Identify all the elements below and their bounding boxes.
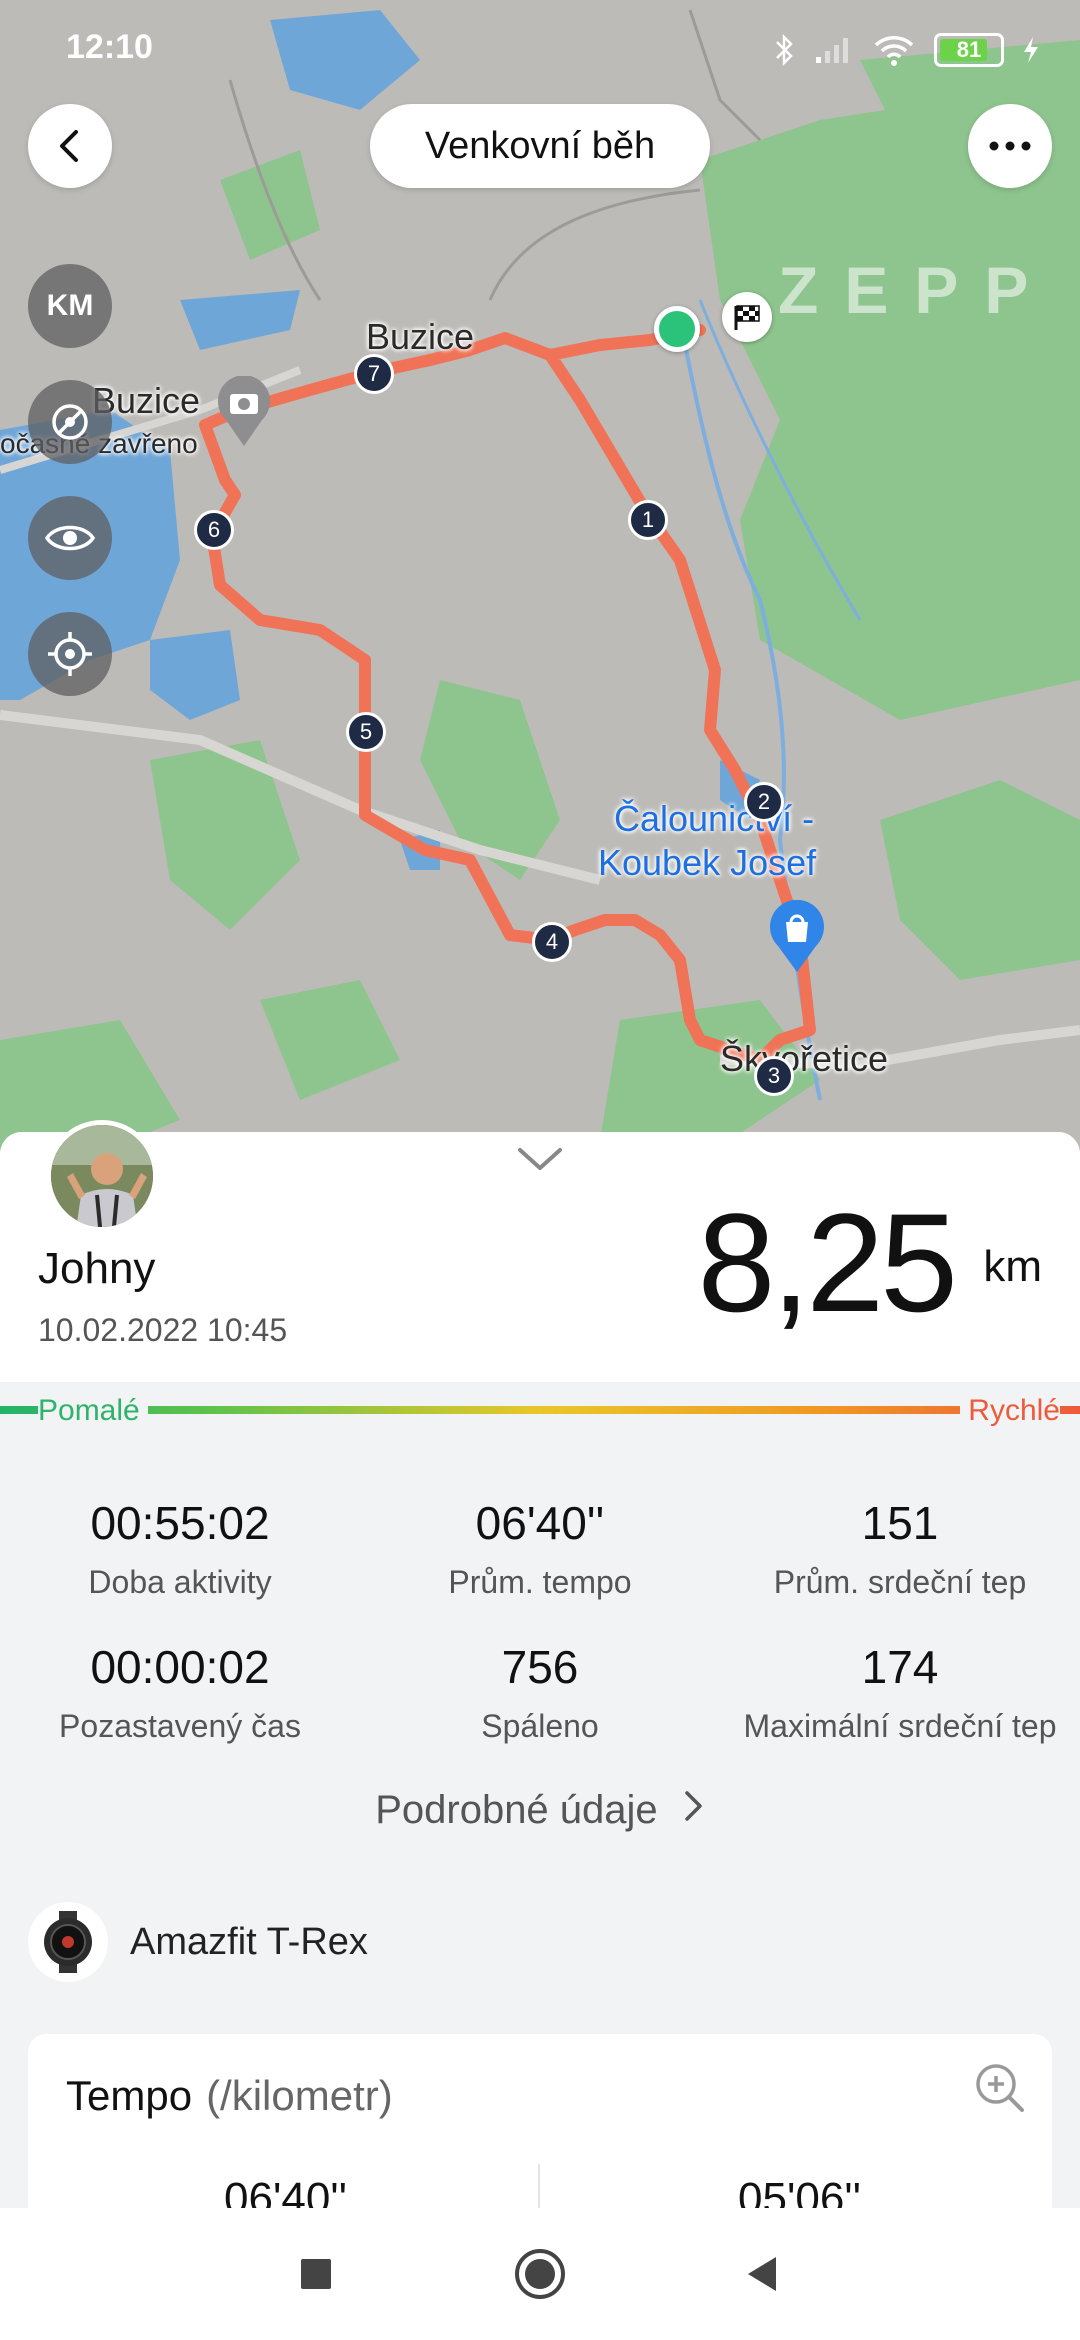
details-link[interactable]: Podrobné údaje [0,1788,1080,1833]
more-button[interactable] [968,104,1052,188]
system-nav-bar [0,2208,1080,2340]
home-button[interactable] [504,2238,576,2310]
stat-label: Prům. tempo [448,1564,632,1600]
tempo-unit: (/kilometr) [206,2072,393,2119]
wifi-icon [874,36,914,66]
stat-value: 06'40'' [475,1497,605,1549]
status-icons: 81 [774,28,1040,72]
charging-icon [1024,37,1038,63]
show-markers-button[interactable] [28,496,112,580]
recents-button[interactable] [280,2238,352,2310]
back-triangle-icon [748,2257,776,2291]
stat-value: 174 [861,1641,939,1693]
shop-pin-icon[interactable] [768,900,826,974]
stat-value: 151 [861,1497,939,1549]
tempo-divider [538,2164,540,2208]
locate-icon [48,632,92,676]
route-marker-7-label: 7 [367,361,381,386]
route-marker-4: 4 [532,922,572,962]
tempo-card: Tempo (/kilometr) 06'40'' 05'06'' [28,2034,1052,2208]
speed-slow-label: Pomalé [38,1394,148,1428]
stat-label: Prům. srdeční tep [773,1564,1027,1600]
activity-date: 10.02.2022 10:45 [38,1312,288,1348]
start-dot-icon [654,306,700,352]
stat-max-heart-rate: 174 Maximální srdeční tep [720,1640,1080,1745]
route-marker-4-label: 4 [545,929,559,954]
device-name: Amazfit T-Rex [130,1920,368,1963]
distance-value: 8,25 [697,1184,958,1341]
route-marker-2: 2 [744,782,784,822]
status-bar: 12:10 81 [0,0,1080,100]
route-marker-6-label: 6 [207,517,221,542]
stat-label: Pozastavený čas [59,1708,301,1744]
back-nav-button[interactable] [726,2238,798,2310]
map-label-business-line2: Koubek Josef [598,842,817,883]
zepp-watermark: ZEPP [778,253,1055,327]
user-name: Johny [38,1244,156,1293]
route-map[interactable]: Buzice Buzice očasně zavřeno Čalounictví… [0,0,1080,1160]
recents-square-icon [301,2259,331,2289]
stat-label: Spáleno [481,1708,599,1744]
device-row[interactable]: Amazfit T-Rex [28,1902,368,1982]
locate-button[interactable] [28,612,112,696]
battery-level: 81 [956,37,982,62]
route-marker-6: 6 [194,510,234,550]
tempo-value-left: 06'40'' [224,2174,348,2208]
eye-icon [44,525,96,551]
route-marker-1-label: 1 [641,507,655,532]
stat-activity-time: 00:55:02 Doba aktivity [0,1496,360,1601]
route-marker-2-label: 2 [757,789,771,814]
route-marker-7: 7 [354,354,394,394]
stat-value: 00:00:02 [90,1641,270,1693]
stat-avg-heart-rate: 151 Prům. srdeční tep [720,1496,1080,1601]
hide-markers-button[interactable] [28,380,112,464]
stat-label: Maximální srdeční tep [743,1708,1057,1744]
activity-summary-panel: Johny 10.02.2022 10:45 8,25 km Pomalé Ry… [0,1132,1080,2208]
stat-label: Doba aktivity [88,1564,272,1600]
home-circle-icon [515,2249,565,2299]
distance-unit: km [983,1242,1042,1291]
stat-value: 756 [501,1641,579,1693]
speed-gradient-bar [0,1406,1080,1414]
stat-paused-time: 00:00:02 Pozastavený čas [0,1640,360,1745]
chevron-right-icon [685,1791,702,1821]
watch-icon [28,1902,108,1982]
stat-avg-pace: 06'40'' Prům. tempo [360,1496,720,1601]
route-marker-1: 1 [628,500,668,540]
speed-fast-label: Rychlé [960,1394,1060,1428]
tempo-title: Tempo (/kilometr) [66,2072,393,2120]
bluetooth-icon [776,33,793,67]
back-button[interactable] [28,104,112,188]
route-marker-5: 5 [346,712,386,752]
battery-icon: 81 [934,33,1004,67]
avatar[interactable] [46,1120,158,1232]
activity-title: Venkovní běh [370,104,710,188]
stat-calories: 756 Spáleno [360,1640,720,1745]
stat-value: 00:55:02 [90,1497,270,1549]
zoom-in-icon[interactable] [972,2060,1028,2116]
chevron-left-icon [60,130,78,162]
collapse-chevron-icon[interactable] [516,1146,564,1174]
route-marker-3: 3 [754,1056,794,1096]
route-marker-3-label: 3 [767,1063,781,1088]
tempo-title-label: Tempo [66,2072,193,2119]
checkered-flag-icon [722,292,772,342]
route-marker-5-label: 5 [359,719,373,744]
tempo-value-right: 05'06'' [738,2174,862,2208]
camera-pin-icon[interactable] [216,376,272,448]
map-label-skvoretice: Škvořetice [720,1038,889,1079]
eye-off-icon [52,404,88,440]
signal-icon [816,38,848,63]
details-link-label: Podrobné údaje [375,1788,658,1832]
map-label-buzice-town: Buzice [366,316,475,357]
more-horizontal-icon [989,141,1031,151]
map-label-business-line1: Čalounictví - [614,798,815,839]
status-time: 12:10 [66,28,153,66]
unit-toggle-button[interactable]: KM [28,264,112,348]
